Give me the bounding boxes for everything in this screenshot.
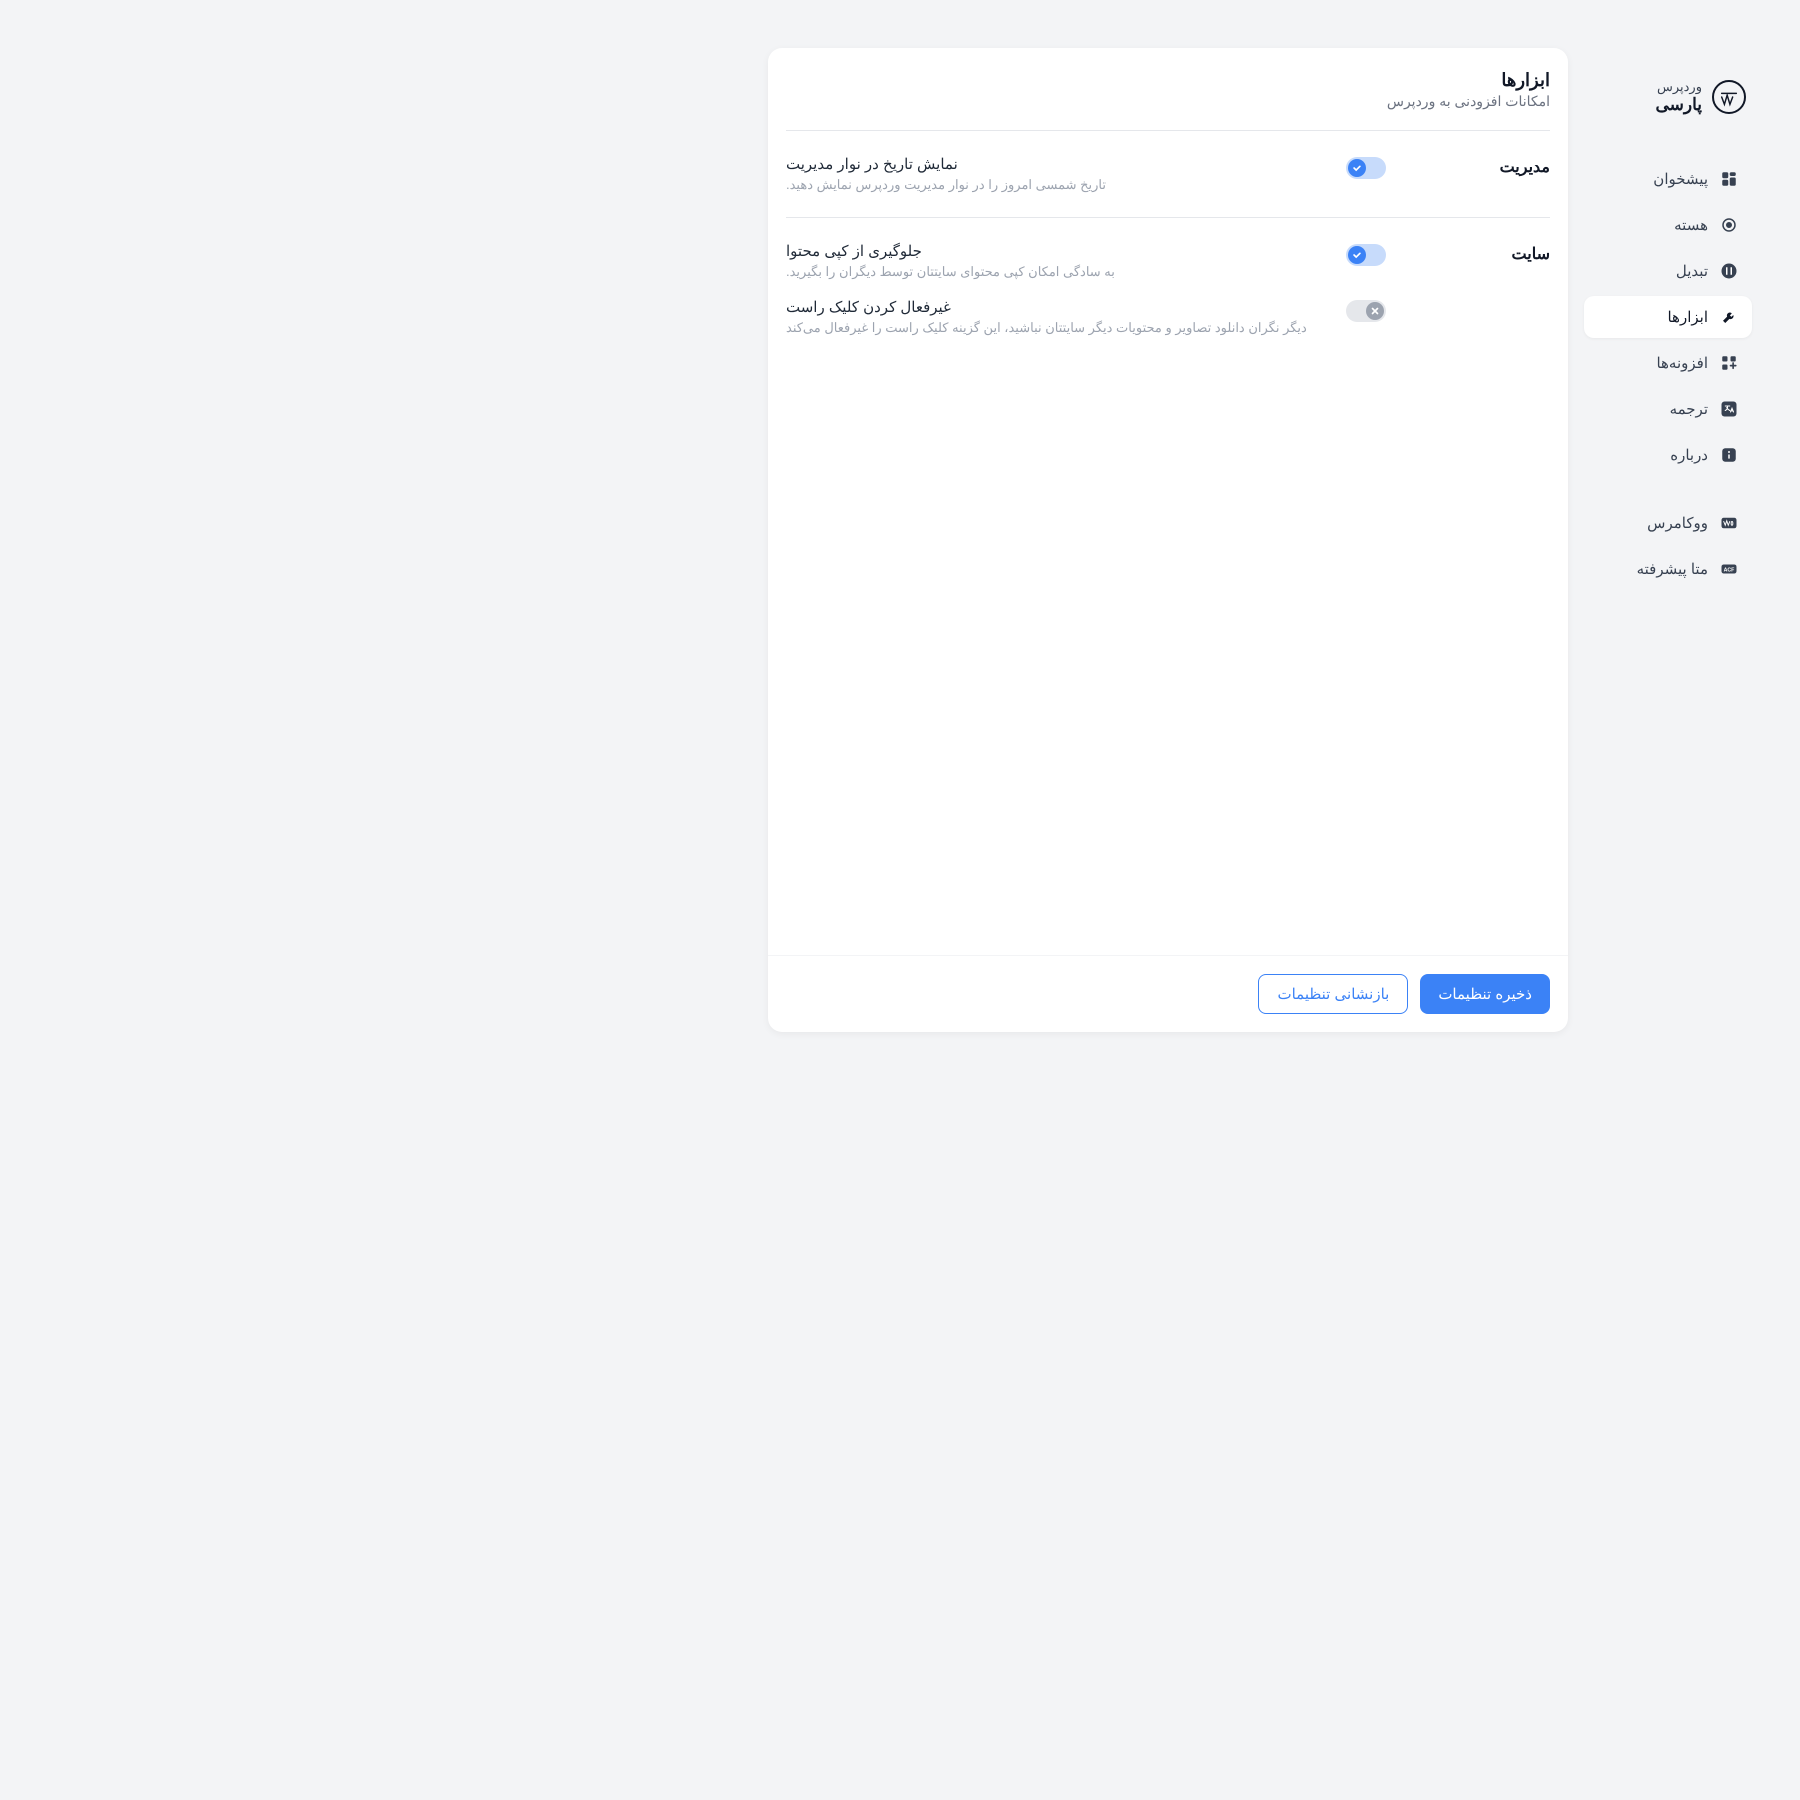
core-icon: [1720, 216, 1738, 234]
footer: ذخیره تنظیمات بازنشانی تنظیمات: [768, 955, 1568, 1032]
nav-extra: ووکامرس ACF متا پیشرفته: [1584, 502, 1752, 590]
main-panel: ابزارها امکانات افزودنی به وردپرس مدیریت…: [768, 48, 1568, 1032]
setting-title: غیرفعال کردن کلیک راست: [786, 298, 951, 316]
toggle-show-date[interactable]: [1346, 157, 1386, 179]
page-title: ابزارها: [786, 70, 1550, 91]
svg-text:ACF: ACF: [1724, 568, 1736, 574]
nav-label: متا پیشرفته: [1637, 560, 1708, 578]
section-label-admin: مدیریت: [1410, 155, 1550, 193]
nav-item-about[interactable]: درباره: [1584, 434, 1752, 476]
section-site: سایت جلوگیری از کپی محتوا به سادگی امکان…: [786, 217, 1550, 360]
nav-item-tools[interactable]: ابزارها: [1584, 296, 1752, 338]
acf-icon: ACF: [1720, 560, 1738, 578]
brand-logo-icon: [1712, 80, 1746, 114]
nav-item-translate[interactable]: ترجمه: [1584, 388, 1752, 430]
check-icon: [1348, 246, 1366, 264]
toggle-disable-rclick[interactable]: [1346, 300, 1386, 322]
setting-desc: به سادگی امکان کپی محتوای سایتتان توسط د…: [786, 264, 1115, 280]
brand-bottom-text: پارسی: [1655, 95, 1702, 115]
nav-label: ترجمه: [1670, 400, 1708, 418]
content: مدیریت نمایش تاریخ در نوار مدیریت تاریخ …: [768, 130, 1568, 955]
nav-label: هسته: [1674, 216, 1708, 234]
nav-label: پیشخوان: [1653, 170, 1708, 188]
woocommerce-icon: [1720, 514, 1738, 532]
x-icon: [1366, 302, 1384, 320]
setting-show-date: نمایش تاریخ در نوار مدیریت تاریخ شمسی ام…: [786, 155, 1386, 193]
section-admin: مدیریت نمایش تاریخ در نوار مدیریت تاریخ …: [786, 130, 1550, 217]
nav-main: پیشخوان هسته تبدیل ابزارها: [1584, 158, 1752, 476]
setting-disable-rclick: غیرفعال کردن کلیک راست دیگر نگران دانلود…: [786, 298, 1386, 336]
nav-label: درباره: [1670, 446, 1708, 464]
section-label-site: سایت: [1410, 242, 1550, 336]
nav-item-core[interactable]: هسته: [1584, 204, 1752, 246]
nav-item-dashboard[interactable]: پیشخوان: [1584, 158, 1752, 200]
setting-copy-protect: جلوگیری از کپی محتوا به سادگی امکان کپی …: [786, 242, 1386, 280]
save-button[interactable]: ذخیره تنظیمات: [1420, 974, 1550, 1014]
dashboard-icon: [1720, 170, 1738, 188]
nav-item-plugins[interactable]: افزونه‌ها: [1584, 342, 1752, 384]
brand-top-text: وردپرس: [1655, 80, 1702, 95]
sidebar: وردپرس پارسی پیشخوان هسته تبد: [1584, 48, 1752, 1032]
convert-icon: [1720, 262, 1738, 280]
nav-label: تبدیل: [1676, 262, 1708, 280]
nav-label: ووکامرس: [1647, 514, 1708, 532]
translate-icon: [1720, 400, 1738, 418]
setting-title: نمایش تاریخ در نوار مدیریت: [786, 155, 958, 173]
tools-icon: [1720, 308, 1738, 326]
brand: وردپرس پارسی: [1584, 80, 1752, 114]
nav-item-acf[interactable]: ACF متا پیشرفته: [1584, 548, 1752, 590]
page-subtitle: امکانات افزودنی به وردپرس: [786, 93, 1550, 110]
plugins-icon: [1720, 354, 1738, 372]
nav-label: افزونه‌ها: [1656, 354, 1708, 372]
info-icon: [1720, 446, 1738, 464]
check-icon: [1348, 159, 1366, 177]
reset-button[interactable]: بازنشانی تنظیمات: [1258, 974, 1408, 1014]
nav-item-woocommerce[interactable]: ووکامرس: [1584, 502, 1752, 544]
setting-desc: دیگر نگران دانلود تصاویر و محتویات دیگر …: [786, 320, 1307, 336]
setting-title: جلوگیری از کپی محتوا: [786, 242, 922, 260]
nav-label: ابزارها: [1667, 308, 1708, 326]
setting-desc: تاریخ شمسی امروز را در نوار مدیریت وردپر…: [786, 177, 1106, 193]
nav-item-convert[interactable]: تبدیل: [1584, 250, 1752, 292]
toggle-copy-protect[interactable]: [1346, 244, 1386, 266]
page-header: ابزارها امکانات افزودنی به وردپرس: [768, 48, 1568, 130]
